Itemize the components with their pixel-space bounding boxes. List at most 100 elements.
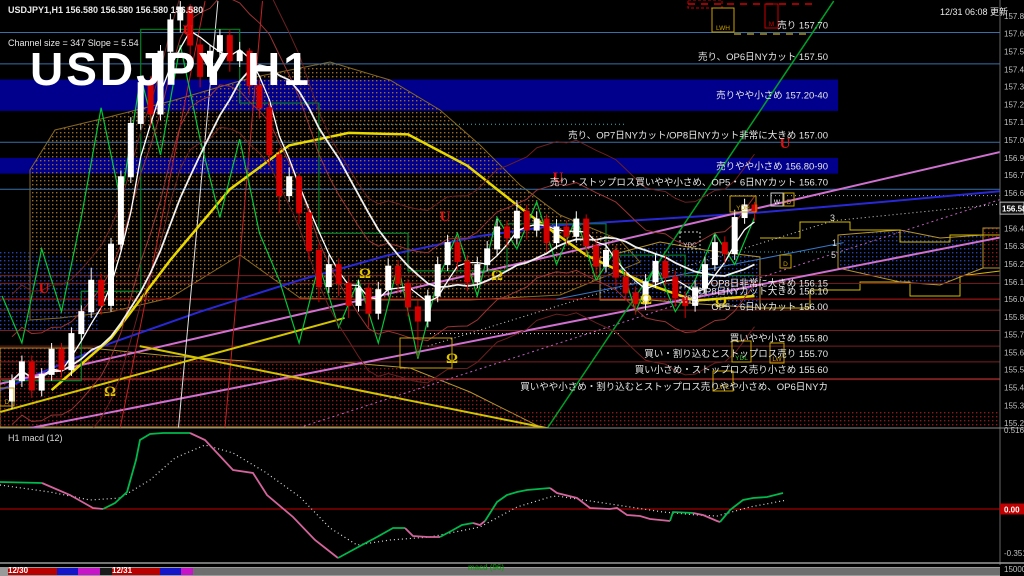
candlestick[interactable] — [19, 362, 24, 381]
candlestick[interactable] — [396, 266, 401, 283]
order-annotation[interactable]: 買い・割り込むとストップロス売り 155.70 — [644, 348, 828, 360]
candlestick[interactable] — [415, 307, 420, 321]
pivot-marker-label: M — [769, 21, 774, 28]
price-tick-label: 156.000 — [1004, 295, 1024, 304]
candlestick[interactable] — [594, 246, 599, 266]
macd-main-line — [693, 513, 720, 522]
macd-main-line — [440, 523, 473, 537]
price-tick-label: 157.015 — [1004, 136, 1024, 145]
price-tick-label: 157.580 — [1004, 47, 1024, 56]
candlestick[interactable] — [722, 243, 727, 254]
candlestick[interactable] — [584, 219, 589, 246]
order-annotation[interactable]: 売り 157.70 — [777, 19, 828, 31]
price-tick-label: 156.340 — [1004, 242, 1024, 251]
candlestick[interactable] — [128, 123, 133, 176]
candlestick[interactable] — [425, 296, 430, 321]
candlestick[interactable] — [623, 277, 628, 293]
order-band-annotation[interactable]: 売りやや小さめ 157.20-40 — [716, 90, 828, 102]
price-tick-label: 155.775 — [1004, 330, 1024, 339]
candlestick[interactable] — [99, 280, 104, 305]
candlestick[interactable] — [455, 243, 460, 262]
pivot-marker-label: D — [5, 399, 10, 406]
macd-panel — [0, 433, 1000, 558]
candlestick[interactable] — [386, 266, 391, 290]
candlestick[interactable] — [673, 277, 678, 297]
candlestick[interactable] — [406, 283, 411, 307]
order-annotation[interactable]: OP5・6日NYカット 156.00 — [711, 302, 828, 313]
candlestick[interactable] — [544, 219, 549, 243]
line-number-label: 5 — [831, 250, 836, 260]
pivot-marker-label: D — [783, 261, 788, 268]
update-timestamp: 12/31 06:08 更新 — [940, 5, 1008, 18]
candlestick[interactable] — [445, 243, 450, 265]
session-segment[interactable] — [193, 568, 1000, 575]
candlestick[interactable] — [29, 362, 34, 390]
candlestick[interactable] — [712, 243, 717, 265]
candlestick[interactable] — [89, 280, 94, 311]
candlestick[interactable] — [604, 250, 609, 266]
session-segment[interactable] — [100, 568, 112, 575]
macd-indicator-label: H1 macd (12) — [8, 433, 63, 443]
order-annotation[interactable]: 買いやや小さめ 155.80 — [730, 333, 828, 344]
candlestick[interactable] — [633, 293, 638, 304]
candlestick[interactable] — [574, 219, 579, 236]
order-annotation[interactable]: 売り、OP7日NYカット/OP8日NYカット非常に大きめ 157.00 — [568, 129, 828, 141]
price-tick-label: 155.660 — [1004, 348, 1024, 357]
order-annotation[interactable]: 売り、OP6日NYカット 157.50 — [698, 51, 828, 63]
candlestick[interactable] — [376, 290, 381, 314]
pivot-marker-label: YDH — [736, 205, 750, 212]
candlestick[interactable] — [49, 349, 54, 374]
candlestick[interactable] — [316, 250, 321, 286]
candlestick[interactable] — [307, 213, 312, 251]
candlestick[interactable] — [297, 177, 302, 213]
candlestick[interactable] — [366, 288, 371, 313]
candlestick[interactable] — [118, 177, 123, 244]
order-band-annotation[interactable]: 売りやや小さめ 156.80-90 — [716, 160, 828, 172]
candlestick[interactable] — [475, 265, 480, 282]
current-price-label: 156.580 — [1002, 205, 1024, 214]
macd-main-line — [405, 528, 440, 537]
candlestick[interactable] — [653, 261, 658, 281]
buy-signal-icon: Ω — [640, 292, 652, 308]
candlestick[interactable] — [663, 261, 668, 277]
price-tick-label: 157.355 — [1004, 83, 1024, 92]
candlestick[interactable] — [39, 374, 44, 390]
candlestick[interactable] — [465, 261, 470, 281]
macd-main-line — [190, 433, 338, 558]
candlestick[interactable] — [485, 249, 490, 265]
candlestick[interactable] — [59, 349, 64, 369]
session-segment[interactable] — [57, 568, 78, 575]
candlestick[interactable] — [109, 244, 114, 305]
session-segment[interactable] — [181, 568, 193, 575]
candlestick[interactable] — [435, 265, 440, 296]
session-segment[interactable] — [160, 568, 181, 575]
candlestick[interactable] — [505, 227, 510, 238]
order-annotation[interactable]: OP8日NYカット大きめ 156.10 — [698, 285, 828, 297]
candlestick[interactable] — [69, 334, 74, 370]
order-annotation[interactable]: 買い小さめ・ストップロス売り小さめ 155.60 — [635, 364, 828, 376]
order-annotation[interactable]: 買いやや小さめ・割り込むとストップロス売りやや小さめ、OP6日NYカ — [520, 381, 828, 393]
candlestick[interactable] — [326, 265, 331, 287]
macd-tick-label: 0.516 — [1004, 426, 1024, 435]
candlestick[interactable] — [267, 108, 272, 155]
candlestick[interactable] — [732, 218, 737, 254]
candlestick[interactable] — [277, 155, 282, 196]
candlestick[interactable] — [514, 211, 519, 238]
candlestick[interactable] — [495, 227, 500, 249]
candlestick[interactable] — [564, 227, 569, 236]
candlestick[interactable] — [613, 250, 618, 277]
pivot-marker-label: LWH — [716, 25, 730, 32]
price-tick-label: 157.695 — [1004, 29, 1024, 38]
candlestick[interactable] — [703, 265, 708, 289]
candlestick[interactable] — [336, 265, 341, 284]
order-annotation[interactable]: 売り・ストップロス買いやや小さめ、OP5・6日NYカット 156.70 — [550, 176, 828, 188]
candlestick[interactable] — [356, 288, 361, 305]
candlestick[interactable] — [346, 283, 351, 305]
session-segment[interactable] — [78, 568, 100, 575]
candlestick[interactable] — [287, 177, 292, 196]
price-tick-label: 157.240 — [1004, 101, 1024, 110]
candlestick[interactable] — [524, 211, 529, 230]
candlestick[interactable] — [554, 227, 559, 243]
candlestick[interactable] — [534, 219, 539, 230]
candlestick[interactable] — [79, 312, 84, 334]
